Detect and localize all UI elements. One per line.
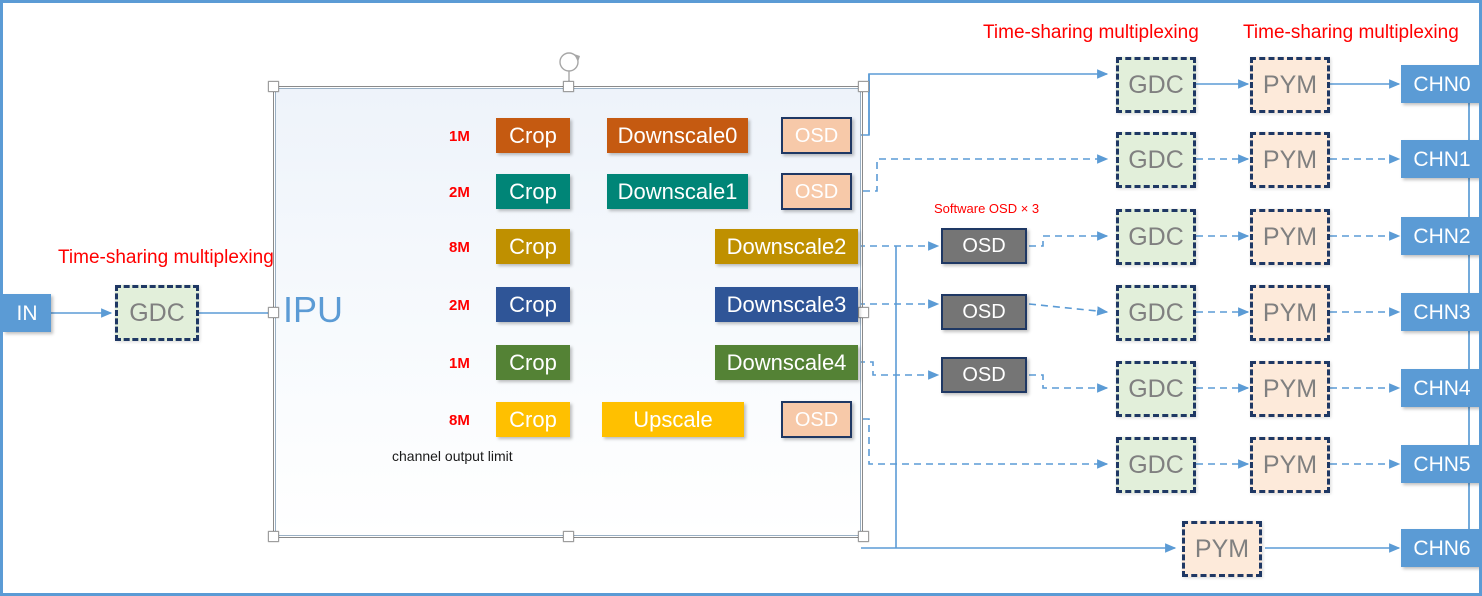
osd-block[interactable]: OSD: [781, 401, 852, 438]
label-time-sharing-gdc: Time-sharing multiplexing: [983, 22, 1199, 43]
gdc-block[interactable]: GDC: [1116, 437, 1196, 493]
gdc-block[interactable]: GDC: [1116, 57, 1196, 113]
pym-block[interactable]: PYM: [1250, 361, 1330, 417]
label-time-sharing-left: Time-sharing multiplexing: [58, 247, 274, 268]
channel-block[interactable]: CHN5: [1401, 445, 1479, 483]
selection-handle-w[interactable]: [268, 307, 279, 318]
gdc-block[interactable]: GDC: [1116, 285, 1196, 341]
scale-block[interactable]: Downscale4: [715, 345, 858, 380]
selection-handle-ne[interactable]: [858, 81, 869, 92]
label-software-osd: Software OSD × 3: [934, 201, 1040, 216]
crop-block[interactable]: Crop: [496, 174, 570, 209]
pipeline-megapixels: 2M: [449, 184, 470, 201]
pipeline-megapixels: 8M: [449, 239, 470, 256]
label-time-sharing-pym: Time-sharing multiplexing: [1243, 22, 1459, 43]
pym-block[interactable]: PYM: [1182, 521, 1262, 577]
crop-block[interactable]: Crop: [496, 287, 570, 322]
selection-handle-sw[interactable]: [268, 531, 279, 542]
label-channel-output-limit: channel output limit: [392, 448, 513, 464]
channel-block[interactable]: CHN1: [1401, 140, 1479, 178]
osd-block[interactable]: OSD: [781, 173, 852, 210]
scale-block[interactable]: Upscale: [602, 402, 744, 437]
software-osd-block[interactable]: OSD: [941, 357, 1027, 393]
pym-block[interactable]: PYM: [1250, 209, 1330, 265]
gdc-block[interactable]: GDC: [1116, 209, 1196, 265]
input-block[interactable]: IN: [3, 294, 51, 332]
scale-block[interactable]: Downscale3: [715, 287, 858, 322]
diagram-canvas: IPU Time-sharing multiplexing IN GDC 1M …: [0, 0, 1482, 596]
selection-handle-n[interactable]: [563, 81, 574, 92]
selection-handle-se[interactable]: [858, 531, 869, 542]
channel-block[interactable]: CHN3: [1401, 293, 1479, 331]
scale-block[interactable]: Downscale1: [607, 174, 748, 209]
osd-block[interactable]: OSD: [781, 117, 852, 154]
software-osd-block[interactable]: OSD: [941, 294, 1027, 330]
selection-handle-s[interactable]: [563, 531, 574, 542]
crop-block[interactable]: Crop: [496, 402, 570, 437]
pym-block[interactable]: PYM: [1250, 132, 1330, 188]
input-gdc-block[interactable]: GDC: [115, 285, 199, 341]
channel-block[interactable]: CHN2: [1401, 217, 1479, 255]
crop-block[interactable]: Crop: [496, 229, 570, 264]
pym-block[interactable]: PYM: [1250, 285, 1330, 341]
scale-block[interactable]: Downscale0: [607, 118, 748, 153]
selection-handle-e[interactable]: [858, 307, 869, 318]
pipeline-megapixels: 2M: [449, 297, 470, 314]
ipu-label: IPU: [283, 289, 344, 330]
software-osd-block[interactable]: OSD: [941, 228, 1027, 264]
crop-block[interactable]: Crop: [496, 345, 570, 380]
pipeline-megapixels: 1M: [449, 355, 470, 372]
pipeline-megapixels: 1M: [449, 128, 470, 145]
pipeline-megapixels: 8M: [449, 412, 470, 429]
gdc-block[interactable]: GDC: [1116, 361, 1196, 417]
channel-block[interactable]: CHN0: [1401, 65, 1479, 103]
selection-handle-nw[interactable]: [268, 81, 279, 92]
pym-block[interactable]: PYM: [1250, 57, 1330, 113]
pym-block[interactable]: PYM: [1250, 437, 1330, 493]
channel-block[interactable]: CHN6: [1401, 529, 1479, 567]
crop-block[interactable]: Crop: [496, 118, 570, 153]
channel-block[interactable]: CHN4: [1401, 369, 1479, 407]
gdc-block[interactable]: GDC: [1116, 132, 1196, 188]
scale-block[interactable]: Downscale2: [715, 229, 858, 264]
